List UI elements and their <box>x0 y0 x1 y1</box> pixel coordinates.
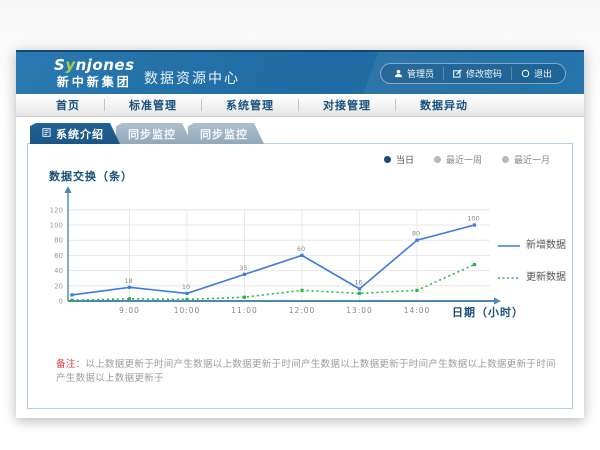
radio-selected-icon <box>384 156 391 163</box>
app-header: Synjones 新中新集团 数据资源中心 管理员 修改密码 <box>16 50 584 94</box>
svg-text:14:00: 14:00 <box>404 306 431 315</box>
y-axis-title: 数据交换（条） <box>49 168 133 184</box>
solid-line-icon <box>498 234 520 253</box>
tab-label: 同步监控 <box>128 126 176 142</box>
user-profile-button[interactable]: 管理员 <box>385 67 443 80</box>
nav-item-interface-mgmt[interactable]: 对接管理 <box>299 97 395 113</box>
logout-button[interactable]: 退出 <box>511 67 561 80</box>
svg-text:80: 80 <box>412 230 420 238</box>
app-window: Synjones 新中新集团 数据资源中心 管理员 修改密码 <box>16 50 584 418</box>
tab-bar: 系统介绍 同步监控 同步监控 <box>30 123 264 144</box>
legend-item-update-data[interactable]: 更新数据 <box>498 266 566 285</box>
svg-text:20: 20 <box>54 282 63 290</box>
legend-label: 新增数据 <box>526 236 566 251</box>
tab-system-intro[interactable]: 系统介绍 <box>30 123 120 144</box>
svg-text:12:00: 12:00 <box>289 306 316 315</box>
legend-label: 更新数据 <box>526 268 566 283</box>
user-toolbar: 管理员 修改密码 退出 <box>380 63 566 84</box>
svg-text:11:00: 11:00 <box>231 306 258 315</box>
svg-text:0: 0 <box>59 298 63 306</box>
filter-label: 最近一月 <box>514 153 550 166</box>
radio-icon <box>502 156 509 163</box>
svg-text:40: 40 <box>54 267 63 275</box>
footnote: 备注：以上数据更新于时间产生数据以上数据更新于时间产生数据以上数据更新于时间产生… <box>56 356 556 384</box>
dotted-line-icon <box>498 266 520 285</box>
tab-label: 同步监控 <box>200 126 248 142</box>
nav-item-data-change[interactable]: 数据异动 <box>396 97 492 113</box>
x-axis-title: 日期（小时） <box>452 304 524 320</box>
page: Synjones 新中新集团 数据资源中心 管理员 修改密码 <box>0 0 600 450</box>
username-label: 管理员 <box>407 67 434 80</box>
footnote-prefix: 备注： <box>56 359 85 370</box>
chart-panel: 当日 最近一周 最近一月 数据交换（条） 9:00 10:00 11:00 12:00… <box>27 143 573 409</box>
brand-logo-accent: y <box>65 56 75 74</box>
svg-text:16: 16 <box>354 278 362 286</box>
brand-logo: Synjones 新中新集团 <box>54 57 135 89</box>
filter-label: 当日 <box>396 153 414 166</box>
legend-item-new-data[interactable]: 新增数据 <box>498 234 566 253</box>
svg-text:100: 100 <box>467 215 479 223</box>
change-password-button[interactable]: 修改密码 <box>443 67 511 80</box>
nav-item-system-mgmt[interactable]: 系统管理 <box>202 97 298 113</box>
brand-company-name: 新中新集团 <box>54 76 135 89</box>
svg-text:9:00: 9:00 <box>119 306 140 315</box>
svg-text:80: 80 <box>54 237 63 245</box>
document-icon <box>42 127 51 140</box>
svg-text:60: 60 <box>54 252 63 260</box>
tab-sync-monitor-2[interactable]: 同步监控 <box>188 123 264 144</box>
logout-label: 退出 <box>534 67 552 80</box>
tab-label: 系统介绍 <box>56 126 104 142</box>
footnote-text: 以上数据更新于时间产生数据以上数据更新于时间产生数据以上数据更新于时间产生数据以… <box>56 359 556 384</box>
chart-area: 9:00 10:00 11:00 12:00 13:00 14:00 0 20 40 60 80 10… <box>38 184 518 334</box>
nav-item-home[interactable]: 首页 <box>32 97 104 113</box>
svg-text:10: 10 <box>182 283 190 291</box>
radio-icon <box>434 156 441 163</box>
page-title: 数据资源中心 <box>144 68 240 88</box>
svg-text:35: 35 <box>239 264 247 272</box>
svg-text:13:00: 13:00 <box>346 306 373 315</box>
edit-icon <box>453 69 462 78</box>
nav-item-standard-mgmt[interactable]: 标准管理 <box>105 97 201 113</box>
chart-legend: 新增数据 更新数据 <box>498 234 566 285</box>
svg-text:10:00: 10:00 <box>174 306 201 315</box>
tab-sync-monitor-1[interactable]: 同步监控 <box>116 123 192 144</box>
svg-text:120: 120 <box>50 206 63 214</box>
filter-today[interactable]: 当日 <box>384 153 414 166</box>
power-icon <box>521 69 530 78</box>
line-chart: 9:00 10:00 11:00 12:00 13:00 14:00 0 20 40 60 80 10… <box>38 184 518 334</box>
filter-last-week[interactable]: 最近一周 <box>434 153 482 166</box>
filter-label: 最近一周 <box>446 153 482 166</box>
svg-text:100: 100 <box>50 222 63 230</box>
brand-logo-text: Synjones <box>54 57 135 74</box>
time-range-filters: 当日 最近一周 最近一月 <box>384 153 550 166</box>
user-icon <box>394 69 403 78</box>
svg-text:18: 18 <box>124 277 132 285</box>
filter-last-month[interactable]: 最近一月 <box>502 153 550 166</box>
main-nav: 首页 标准管理 系统管理 对接管理 数据异动 <box>16 94 584 117</box>
change-password-label: 修改密码 <box>466 67 502 80</box>
svg-text:60: 60 <box>297 245 305 253</box>
